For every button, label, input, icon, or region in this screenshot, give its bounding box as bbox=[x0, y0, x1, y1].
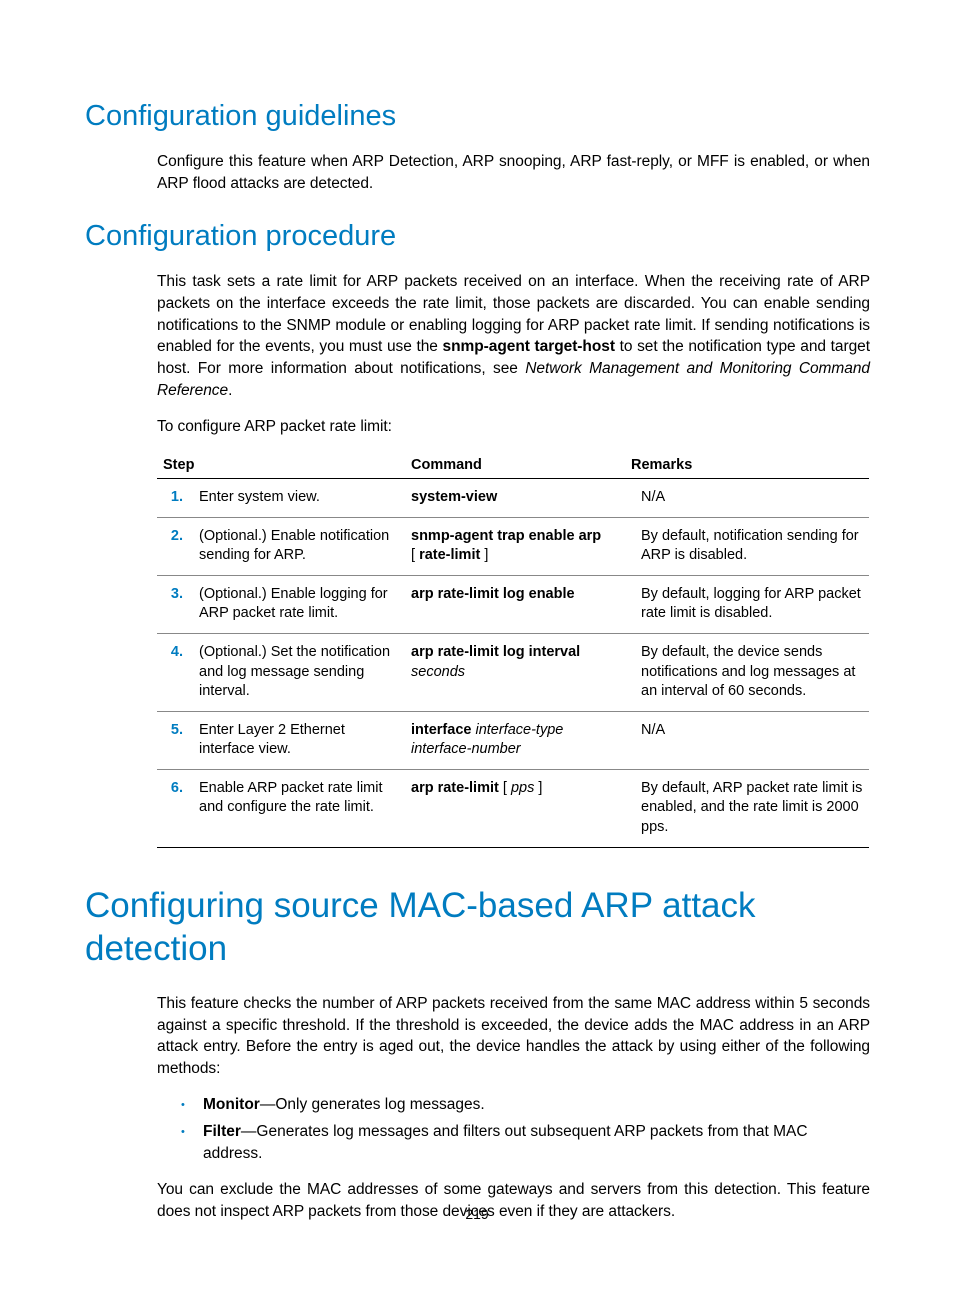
text-bold: snmp-agent target-host bbox=[443, 338, 615, 355]
step-command: snmp-agent trap enable arp [ rate-limit … bbox=[405, 517, 625, 575]
step-command: interface interface-type interface-numbe… bbox=[405, 711, 625, 769]
cmd-bold: system-view bbox=[411, 489, 497, 505]
config-table: Step Command Remarks 1. Enter system vie… bbox=[157, 451, 869, 847]
paragraph: Configure this feature when ARP Detectio… bbox=[157, 151, 870, 194]
step-remarks: By default, logging for ARP packet rate … bbox=[625, 575, 869, 633]
cmd-italic: pps bbox=[511, 780, 534, 796]
cmd-text: ] bbox=[480, 547, 488, 563]
step-remarks: N/A bbox=[625, 479, 869, 518]
text-bold: Filter bbox=[203, 1123, 241, 1140]
step-remarks: By default, notification sending for ARP… bbox=[625, 517, 869, 575]
table-row: 4. (Optional.) Set the notification and … bbox=[157, 634, 869, 712]
cmd-text: [ bbox=[411, 547, 419, 563]
heading-configuration-procedure: Configuration procedure bbox=[85, 220, 870, 253]
step-desc: (Optional.) Set the notification and log… bbox=[193, 634, 405, 712]
step-number: 5. bbox=[157, 711, 193, 769]
step-command: arp rate-limit log interval seconds bbox=[405, 634, 625, 712]
step-number: 4. bbox=[157, 634, 193, 712]
cmd-bold: snmp-agent trap enable arp bbox=[411, 528, 601, 544]
step-command: system-view bbox=[405, 479, 625, 518]
col-header-command: Command bbox=[405, 451, 625, 479]
list-item: Monitor—Only generates log messages. bbox=[181, 1094, 870, 1116]
step-command: arp rate-limit log enable bbox=[405, 575, 625, 633]
step-number: 6. bbox=[157, 769, 193, 847]
step-desc: Enable ARP packet rate limit and configu… bbox=[193, 769, 405, 847]
step-number: 1. bbox=[157, 479, 193, 518]
cmd-text: ] bbox=[534, 780, 542, 796]
cmd-bold: arp rate-limit log interval bbox=[411, 644, 580, 660]
bullet-list: Monitor—Only generates log messages. Fil… bbox=[85, 1094, 870, 1165]
step-desc: Enter system view. bbox=[193, 479, 405, 518]
cmd-bold: arp rate-limit bbox=[411, 780, 499, 796]
text: . bbox=[228, 382, 232, 399]
paragraph: This feature checks the number of ARP pa… bbox=[157, 993, 870, 1080]
page-content: Configuration guidelines Configure this … bbox=[85, 100, 870, 1236]
table-row: 6. Enable ARP packet rate limit and conf… bbox=[157, 769, 869, 847]
step-remarks: By default, ARP packet rate limit is ena… bbox=[625, 769, 869, 847]
cmd-italic: seconds bbox=[411, 664, 465, 680]
step-desc: (Optional.) Enable logging for ARP packe… bbox=[193, 575, 405, 633]
cmd-text: [ bbox=[499, 780, 511, 796]
text: —Generates log messages and filters out … bbox=[203, 1123, 808, 1162]
heading-source-mac-arp: Configuring source MAC-based ARP attack … bbox=[85, 884, 870, 972]
paragraph: To configure ARP packet rate limit: bbox=[157, 416, 870, 438]
step-remarks: By default, the device sends notificatio… bbox=[625, 634, 869, 712]
table-row: 3. (Optional.) Enable logging for ARP pa… bbox=[157, 575, 869, 633]
text-bold: Monitor bbox=[203, 1096, 260, 1113]
cmd-bold: rate-limit bbox=[419, 547, 480, 563]
table-row: 5. Enter Layer 2 Ethernet interface view… bbox=[157, 711, 869, 769]
step-desc: (Optional.) Enable notification sending … bbox=[193, 517, 405, 575]
cmd-bold: arp rate-limit log enable bbox=[411, 586, 575, 602]
cmd-bold: interface bbox=[411, 722, 471, 738]
col-header-step: Step bbox=[157, 451, 405, 479]
heading-configuration-guidelines: Configuration guidelines bbox=[85, 100, 870, 133]
text: —Only generates log messages. bbox=[260, 1096, 485, 1113]
step-number: 3. bbox=[157, 575, 193, 633]
list-item: Filter—Generates log messages and filter… bbox=[181, 1121, 870, 1164]
table-row: 2. (Optional.) Enable notification sendi… bbox=[157, 517, 869, 575]
step-number: 2. bbox=[157, 517, 193, 575]
table-header-row: Step Command Remarks bbox=[157, 451, 869, 479]
step-desc: Enter Layer 2 Ethernet interface view. bbox=[193, 711, 405, 769]
step-command: arp rate-limit [ pps ] bbox=[405, 769, 625, 847]
step-remarks: N/A bbox=[625, 711, 869, 769]
page-number: 219 bbox=[0, 1206, 954, 1222]
table-row: 1. Enter system view. system-view N/A bbox=[157, 479, 869, 518]
col-header-remarks: Remarks bbox=[625, 451, 869, 479]
paragraph: This task sets a rate limit for ARP pack… bbox=[157, 271, 870, 401]
